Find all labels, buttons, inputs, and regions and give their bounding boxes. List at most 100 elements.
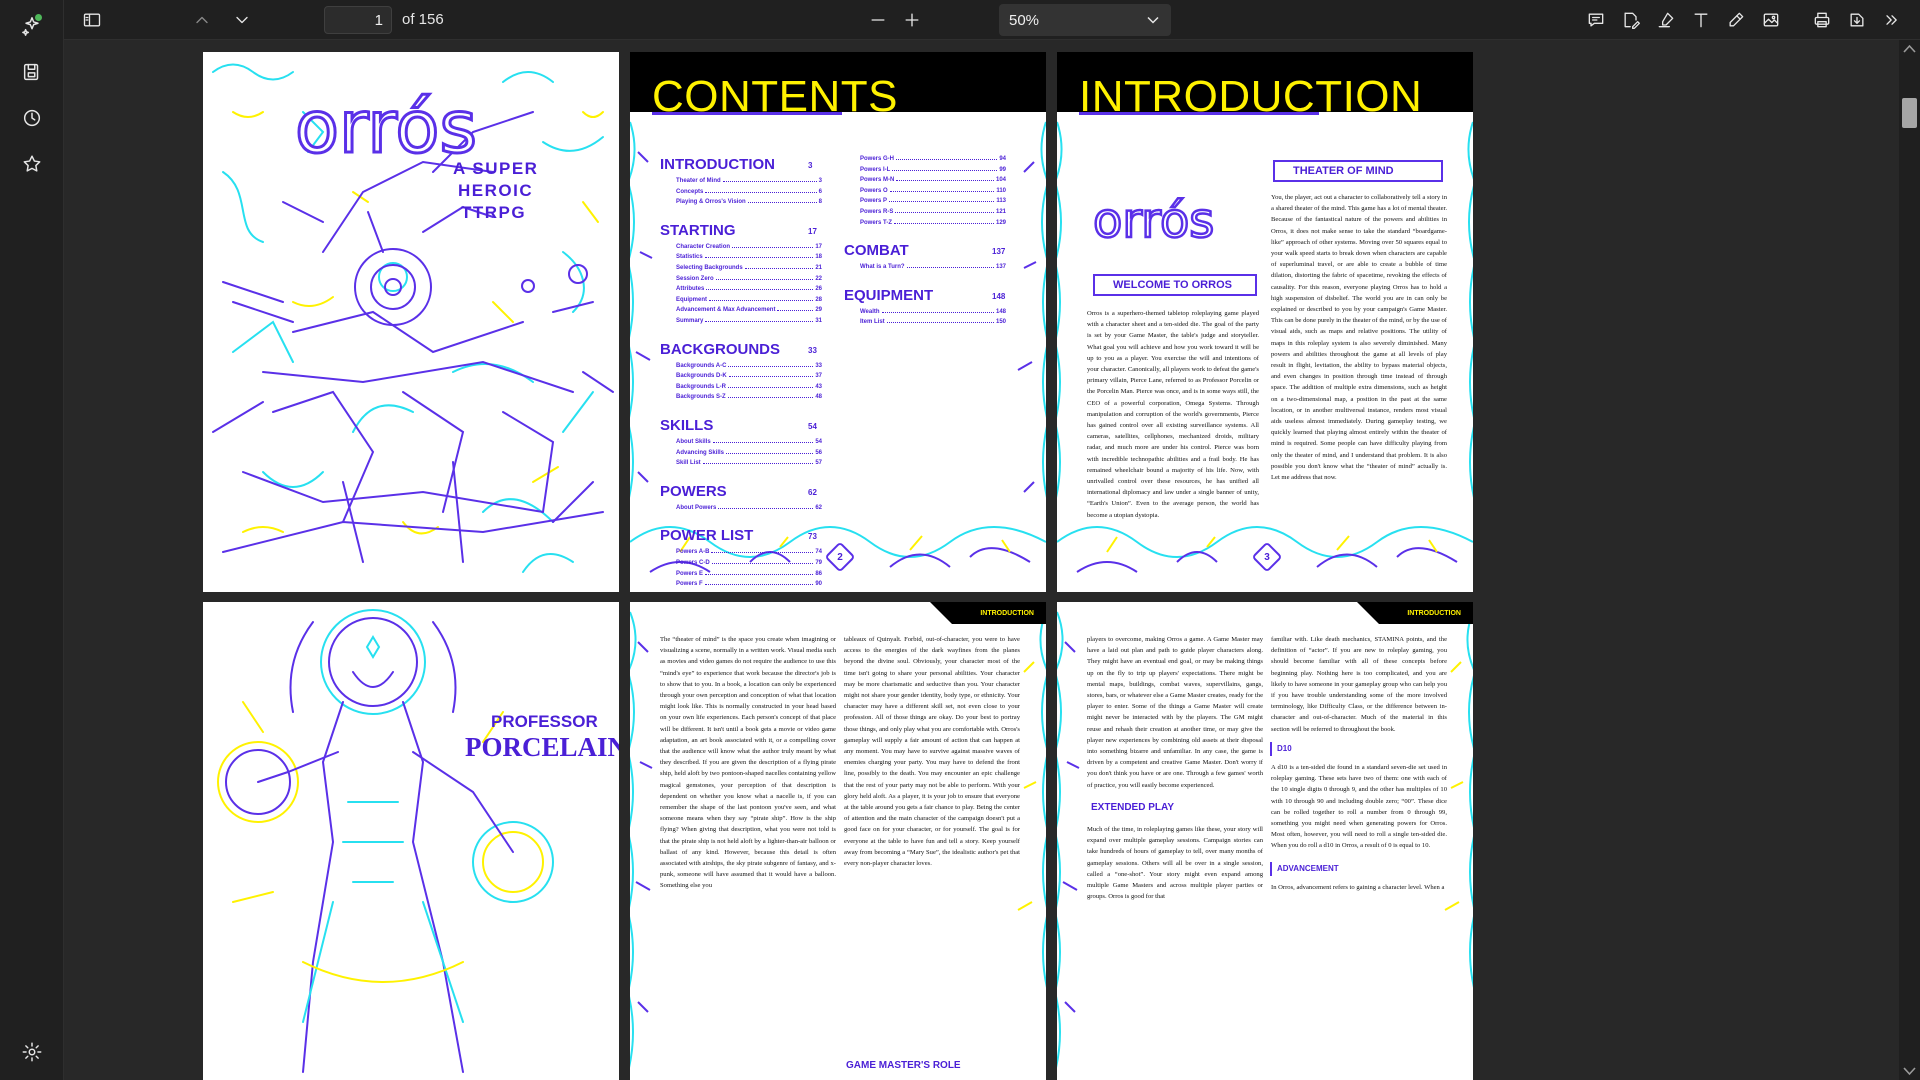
page-four: INTRODUCTION The “theater of mind” is th… [630, 602, 1046, 1080]
cover-title: orrós [295, 85, 477, 169]
toc-section-heading[interactable]: SKILLS [660, 417, 713, 434]
cover-subtitle-1: A SUPER [453, 159, 538, 178]
toc-entry[interactable]: Equipment 28 [676, 297, 822, 303]
toc-section-heading[interactable]: BACKGROUNDS [660, 341, 780, 358]
toc-entry[interactable]: Skill List 57 [676, 460, 822, 466]
top-toolbar: of 156 50% [64, 0, 1920, 40]
cover-illustration: orrós A SUPER HEROIC TTRPG [212, 63, 614, 573]
porcelain-illustration [217, 609, 554, 1073]
sidebar-toggle-icon[interactable] [78, 6, 106, 34]
toc-section-heading[interactable]: POWERS [660, 483, 727, 500]
page-five: INTRODUCTION players to overcome, making… [1057, 602, 1473, 1080]
zoom-in-icon[interactable] [898, 6, 926, 34]
toc-entry[interactable]: Advancing Skills 56 [676, 450, 822, 456]
text-icon[interactable] [1687, 6, 1715, 34]
page-five-col2: familiar with. Like death mechanics, STA… [1271, 636, 1447, 733]
theater-ribbon: THEATER OF MIND [1273, 160, 1443, 182]
toc-entry[interactable]: Playing & Orros's Vision 8 [676, 199, 822, 205]
toc-section-page: 137 [992, 247, 1006, 257]
page-four-col2: tableaux of Quinyalt. Forbid, out-of-cha… [844, 636, 1020, 868]
highlight-icon[interactable] [1652, 6, 1680, 34]
settings-icon[interactable] [14, 1034, 50, 1070]
save-as-icon[interactable] [1843, 6, 1871, 34]
toc-entry[interactable]: Advancement & Max Advancement 29 [676, 307, 822, 313]
edit-text-icon[interactable] [1617, 6, 1645, 34]
scroll-thumb[interactable] [1902, 98, 1917, 128]
toc-entry[interactable]: Item List 150 [860, 319, 1006, 325]
previous-page-icon[interactable] [188, 6, 216, 34]
document-viewer[interactable]: orrós A SUPER HEROIC TTRPG CONTENTS INTR… [64, 40, 1899, 1080]
zoom-select[interactable]: 50% [999, 4, 1171, 36]
toc-entry[interactable]: Backgrounds A-C 33 [676, 363, 822, 369]
left-rail [0, 0, 64, 1080]
extended-play-heading: EXTENDED PLAY [1091, 802, 1174, 813]
welcome-ribbon: WELCOME TO ORROS [1093, 274, 1257, 296]
scroll-up-arrow-icon[interactable] [1903, 44, 1916, 54]
toc-entry[interactable]: Powers O 110 [860, 188, 1006, 194]
page-number-input[interactable] [324, 6, 392, 34]
d10-heading: D10 [1277, 744, 1292, 753]
toc-entry[interactable]: Powers P 113 [860, 198, 1006, 204]
toc-section-page: 148 [992, 291, 1006, 301]
vertical-scrollbar[interactable] [1899, 40, 1920, 1080]
toc-entry[interactable]: About Skills 54 [676, 439, 822, 445]
toc-entry[interactable]: Backgrounds L-R 43 [676, 384, 822, 390]
toc-section-page: 33 [808, 345, 817, 355]
next-page-icon[interactable] [228, 6, 256, 34]
copilot-icon[interactable] [14, 8, 50, 44]
toc-entry[interactable]: Powers A-B 74 [676, 549, 822, 555]
page-four-tag: INTRODUCTION [980, 610, 1034, 617]
more-icon[interactable] [1878, 6, 1906, 34]
toc-entry[interactable]: Wealth 148 [860, 309, 1006, 315]
toc-entry[interactable]: Attributes 26 [676, 286, 822, 292]
intro-left-text: Orros is a superhero-themed tabletop rol… [1087, 310, 1259, 519]
print-icon[interactable] [1808, 6, 1836, 34]
intro-right-text: You, the player, act out a character to … [1271, 194, 1447, 482]
page-five-col2c: In Orros, advancement refers to gaining … [1271, 884, 1445, 891]
page-five-col2b: A d10 is a ten-sided die found in a stan… [1271, 764, 1447, 850]
porcelain-line-1: PROFESSOR [491, 712, 598, 731]
toc-entry[interactable]: Powers G-H 94 [860, 156, 1006, 162]
toc-section-page: 17 [808, 226, 817, 236]
toc-entry[interactable]: Statistics 18 [676, 254, 822, 260]
toc-entry[interactable]: Theater of Mind 3 [676, 178, 822, 184]
toc-section-heading[interactable]: EQUIPMENT [844, 287, 933, 304]
porcelain-line-2: PORCELAIN [465, 732, 619, 762]
toc-entry[interactable]: Backgrounds D-K 37 [676, 373, 822, 379]
toc-entry[interactable]: Concepts 6 [676, 189, 822, 195]
toc-section-heading[interactable]: STARTING [660, 222, 736, 239]
toc-entry[interactable]: About Powers 62 [676, 505, 822, 511]
notification-dot [35, 14, 42, 21]
zoom-out-icon[interactable] [864, 6, 892, 34]
toc-entry[interactable]: Summary 31 [676, 318, 822, 324]
chevron-down-icon [1143, 10, 1163, 30]
toc-entry[interactable]: Selecting Backgrounds 21 [676, 265, 822, 271]
toc-entry[interactable]: Powers T-Z 129 [860, 220, 1006, 226]
comment-icon[interactable] [1582, 6, 1610, 34]
toc-entry[interactable]: Powers F 90 [676, 581, 822, 587]
favorites-icon[interactable] [14, 146, 50, 182]
toc-entry[interactable]: Powers M-N 104 [860, 177, 1006, 183]
toc-entry[interactable]: What is a Turn? 137 [860, 264, 1006, 270]
draw-icon[interactable] [1722, 6, 1750, 34]
toc-entry[interactable]: Session Zero 22 [676, 276, 822, 282]
toc-section-heading[interactable]: POWER LIST [660, 527, 753, 544]
image-icon[interactable] [1757, 6, 1785, 34]
toc-entry[interactable]: Character Creation 17 [676, 244, 822, 250]
history-icon[interactable] [14, 100, 50, 136]
toc-entry[interactable]: Powers C-D 79 [676, 560, 822, 566]
page-five-col1b: Much of the time, in roleplaying games l… [1087, 826, 1263, 901]
page-cover: orrós A SUPER HEROIC TTRPG [203, 52, 619, 592]
scroll-down-arrow-icon[interactable] [1903, 1066, 1916, 1076]
contents-page-number: 2 [824, 541, 856, 573]
page-porcelain: PROFESSOR PORCELAIN [203, 602, 619, 1080]
save-icon[interactable] [14, 54, 50, 90]
title-underline [652, 112, 842, 115]
page-count-label: of 156 [402, 11, 444, 28]
toc-section-heading[interactable]: INTRODUCTION [660, 156, 775, 173]
toc-entry[interactable]: Powers R-S 121 [860, 209, 1006, 215]
toc-section-heading[interactable]: COMBAT [844, 242, 909, 259]
toc-entry[interactable]: Backgrounds S-Z 48 [676, 394, 822, 400]
toc-entry[interactable]: Powers I-L 99 [860, 167, 1006, 173]
toc-entry[interactable]: Powers E 86 [676, 571, 822, 577]
